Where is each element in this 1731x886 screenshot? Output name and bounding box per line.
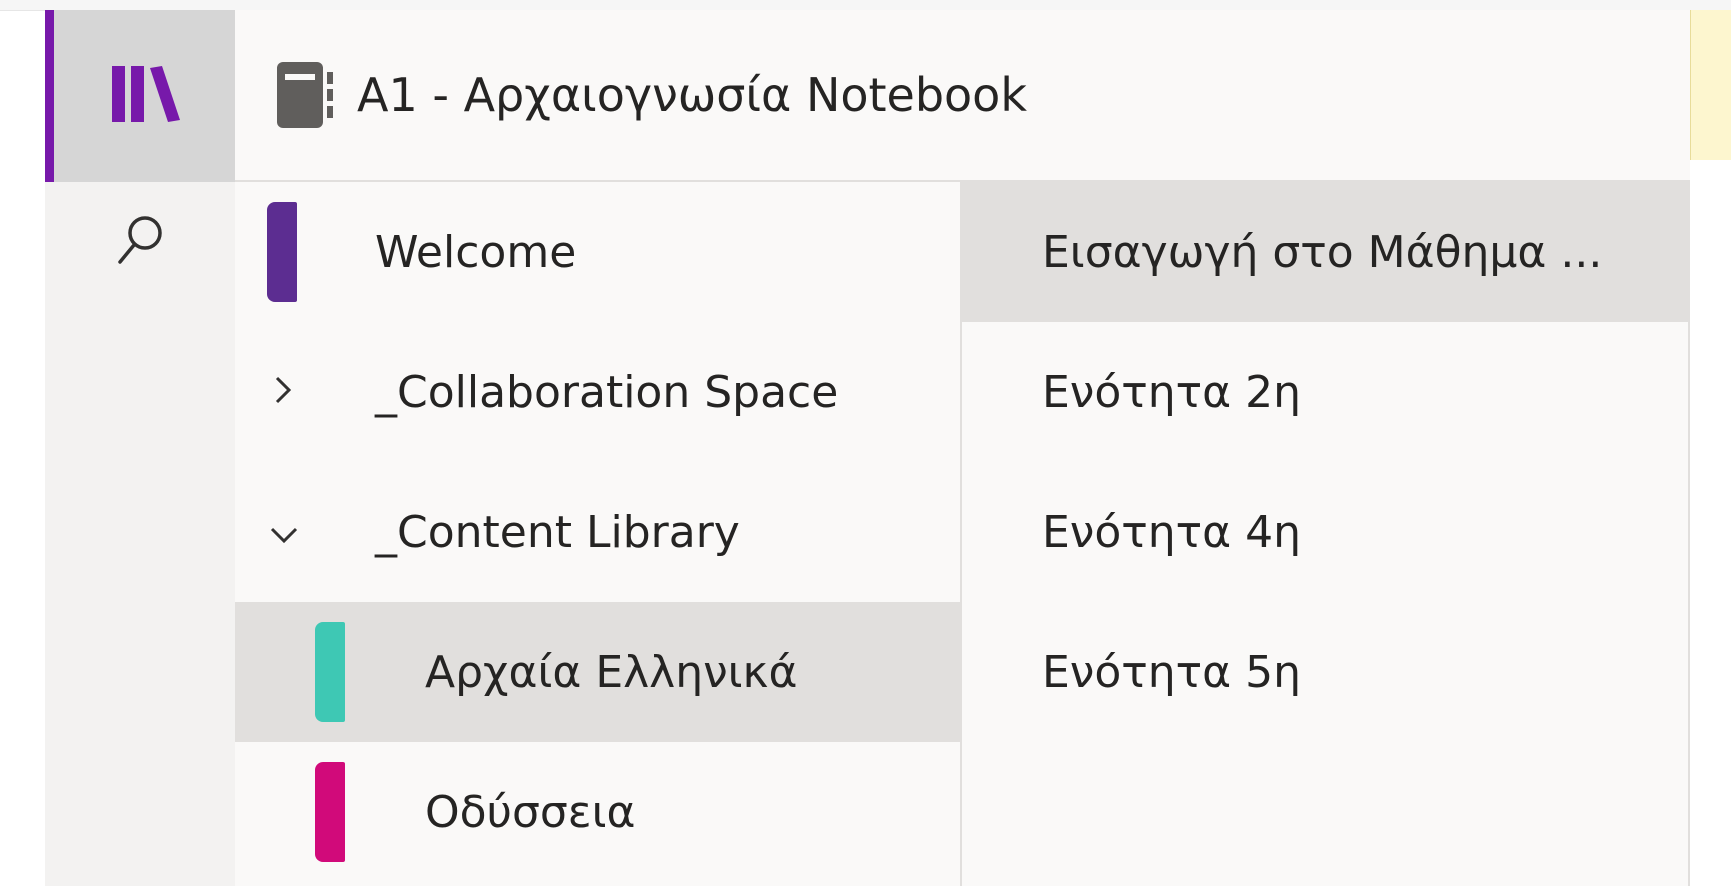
navigation-rail: [45, 10, 235, 886]
page-title: Ενότητα 5η: [1042, 646, 1302, 698]
notebooks-library-icon: [110, 64, 180, 128]
section-label: Οδύσσεια: [425, 786, 636, 838]
page-title: Εισαγωγή στο Μάθημα ...: [1042, 226, 1603, 278]
search-button[interactable]: [45, 182, 235, 302]
section-group-label: _Collaboration Space: [375, 366, 839, 418]
section-item-archaia-ellinika[interactable]: Αρχαία Ελληνικά: [235, 602, 960, 742]
chevron-right-icon[interactable]: [273, 370, 293, 414]
notebook-icon: [277, 60, 337, 130]
search-icon: [115, 213, 165, 271]
chevron-down-icon[interactable]: [269, 510, 299, 554]
section-item-odysseia[interactable]: Οδύσσεια: [235, 742, 960, 882]
notebook-title: A1 - Αρχαιογνωσία Notebook: [357, 68, 1027, 122]
section-color-tab: [267, 202, 297, 302]
section-color-tab: [315, 622, 345, 722]
notification-bar: [1690, 10, 1731, 160]
section-label: Αρχαία Ελληνικά: [425, 646, 798, 698]
page-title: Ενότητα 4η: [1042, 506, 1302, 558]
sections-pane: Welcome _Collaboration Space _Content Li…: [235, 182, 962, 886]
page-item[interactable]: Ενότητα 4η: [962, 462, 1688, 602]
page-title: Ενότητα 2η: [1042, 366, 1302, 418]
notebooks-button[interactable]: [45, 10, 235, 182]
section-group-content-library[interactable]: _Content Library: [235, 462, 960, 602]
section-group-collaboration-space[interactable]: _Collaboration Space: [235, 322, 960, 462]
section-item-welcome[interactable]: Welcome: [235, 182, 960, 322]
section-label: Welcome: [375, 226, 577, 278]
page-item[interactable]: Ενότητα 5η: [962, 602, 1688, 742]
notebook-header[interactable]: A1 - Αρχαιογνωσία Notebook: [235, 10, 1690, 182]
page-item[interactable]: Ενότητα 2η: [962, 322, 1688, 462]
pages-pane: Εισαγωγή στο Μάθημα ... Ενότητα 2η Ενότη…: [962, 182, 1690, 886]
section-color-tab: [315, 762, 345, 862]
page-item[interactable]: Εισαγωγή στο Μάθημα ...: [962, 182, 1688, 322]
section-group-label: _Content Library: [375, 506, 740, 558]
